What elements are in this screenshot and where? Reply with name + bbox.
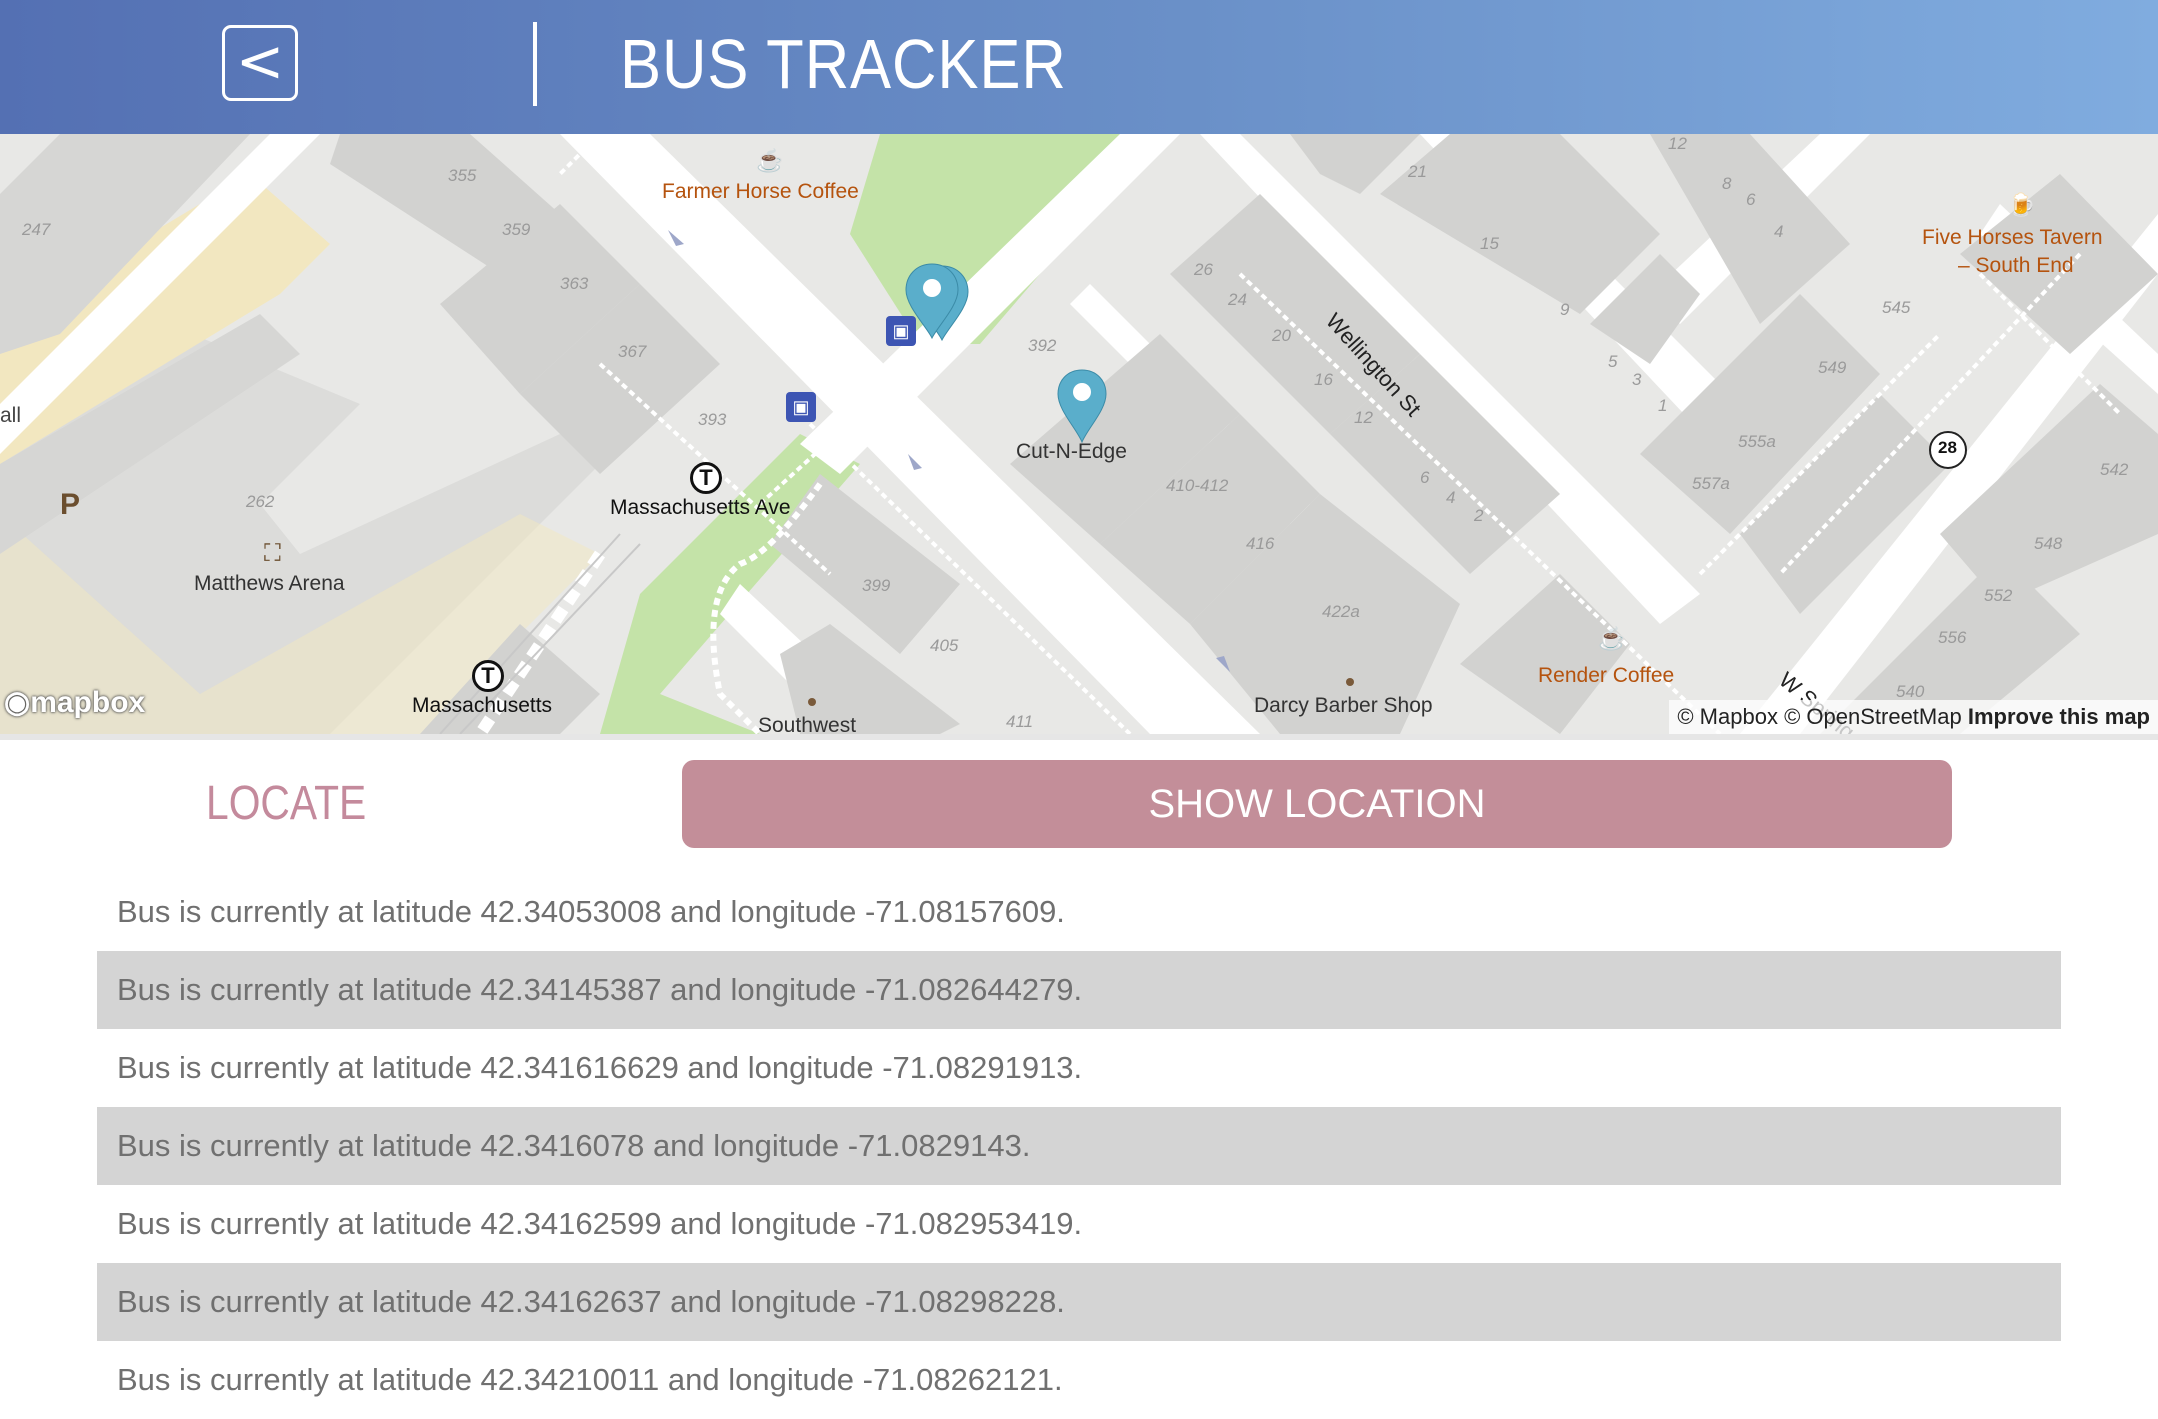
app-header: < BUS TRACKER <box>0 0 2158 134</box>
bus-marker-icon[interactable] <box>1052 366 1112 446</box>
log-entry: Bus is currently at latitude 42.34210011… <box>117 1362 1063 1397</box>
station-label[interactable]: Massachusetts Ave <box>610 496 791 520</box>
house-number: 24 <box>1228 290 1247 309</box>
poi-label[interactable]: Farmer Horse Coffee <box>662 180 859 204</box>
map-attribution: © Mapbox © OpenStreetMap Improve this ma… <box>1669 700 2158 734</box>
house-number: 410-412 <box>1166 476 1229 495</box>
house-number: 3 <box>1632 370 1642 389</box>
parking-icon: P <box>60 488 81 521</box>
park-dot-icon <box>808 698 816 706</box>
subway-icon[interactable]: T <box>690 462 722 494</box>
house-number: 20 <box>1272 326 1291 345</box>
house-number: 1 <box>1658 396 1668 415</box>
house-number: 2 <box>1474 506 1484 525</box>
poi-label: all <box>0 404 22 427</box>
house-number: 411 <box>1006 712 1034 731</box>
station-label[interactable]: Massachusetts <box>412 694 552 718</box>
house-number: 549 <box>1818 358 1847 377</box>
page-title: BUS TRACKER <box>620 25 1067 103</box>
poi-label[interactable]: Darcy Barber Shop <box>1254 694 1433 718</box>
house-number: 393 <box>698 410 727 429</box>
locate-label: LOCATE <box>206 777 367 830</box>
poi-label[interactable]: Render Coffee <box>1538 664 1674 688</box>
house-number: 399 <box>862 576 891 595</box>
bus-marker-icon[interactable] <box>898 260 968 342</box>
poi-label[interactable]: Matthews Arena <box>194 572 345 596</box>
house-number: 6 <box>1420 468 1430 487</box>
house-number: 548 <box>2034 534 2063 553</box>
log-entry: Bus is currently at latitude 42.34161662… <box>117 1050 1083 1085</box>
house-number: 6 <box>1746 190 1756 209</box>
house-number: 405 <box>930 636 959 655</box>
house-number: 542 <box>2100 460 2129 479</box>
mapbox-logo-icon: ◉ <box>4 686 31 719</box>
coffee-icon: ☕ <box>1598 626 1626 651</box>
mapbox-logo[interactable]: ◉mapbox <box>4 685 145 720</box>
house-number: 9 <box>1560 300 1570 319</box>
house-number: 15 <box>1480 234 1499 253</box>
house-number: 422a <box>1322 602 1360 621</box>
house-number: 557a <box>1692 474 1730 493</box>
house-number: 4 <box>1446 488 1456 507</box>
mapbox-logo-text: mapbox <box>30 686 146 719</box>
house-number: 12 <box>1354 408 1373 427</box>
house-number: 262 <box>246 492 275 511</box>
poi-label[interactable]: Southwest <box>758 714 856 734</box>
house-number: 392 <box>1028 336 1057 355</box>
back-button[interactable]: < <box>222 25 298 101</box>
location-log-list: Bus is currently at latitude 42.34053008… <box>97 873 2061 1419</box>
house-number: 540 <box>1896 682 1925 701</box>
log-entry: Bus is currently at latitude 42.34053008… <box>117 894 1065 929</box>
attribution-osm-link[interactable]: © OpenStreetMap <box>1784 704 1962 729</box>
house-number: 363 <box>560 274 589 293</box>
house-number: 247 <box>22 220 51 239</box>
house-number: 26 <box>1194 260 1213 279</box>
house-number: 367 <box>618 342 647 361</box>
house-number: 556 <box>1938 628 1967 647</box>
attribution-mapbox-link[interactable]: © Mapbox <box>1677 704 1778 729</box>
log-entry: Bus is currently at latitude 42.34162599… <box>117 1206 1083 1241</box>
poi-label[interactable]: Five Horses Tavern <box>1922 226 2103 250</box>
house-number: 16 <box>1314 370 1333 389</box>
house-number: 355 <box>448 166 477 185</box>
shop-dot-icon <box>1346 678 1354 686</box>
house-number: 552 <box>1984 586 2013 605</box>
bus-stop-icon[interactable]: ▣ <box>786 392 816 422</box>
house-number: 21 <box>1408 162 1427 181</box>
header-divider <box>533 22 537 106</box>
house-number: 555a <box>1738 432 1776 451</box>
house-number: 5 <box>1608 352 1618 371</box>
poi-label[interactable]: Cut-N-Edge <box>1016 440 1127 464</box>
poi-label[interactable]: – South End <box>1958 254 2074 278</box>
map-divider <box>0 734 2158 740</box>
log-entry: Bus is currently at latitude 42.34162637… <box>97 1263 2061 1341</box>
log-entry: Bus is currently at latitude 42.3416078 … <box>97 1107 2061 1185</box>
log-entry: Bus is currently at latitude 42.34145387… <box>97 951 2061 1029</box>
route-shield-label: 28 <box>1938 438 1957 457</box>
house-number: 12 <box>1668 134 1687 153</box>
house-number: 8 <box>1722 174 1732 193</box>
house-number: 359 <box>502 220 531 239</box>
house-number: 545 <box>1882 298 1911 317</box>
arena-icon: ⛶ <box>264 540 281 567</box>
show-location-button[interactable]: SHOW LOCATION <box>682 760 1952 848</box>
improve-map-link[interactable]: Improve this map <box>1968 704 2150 729</box>
house-number: 416 <box>1246 534 1275 553</box>
subway-icon[interactable]: T <box>472 660 504 692</box>
house-number: 4 <box>1774 222 1784 241</box>
coffee-icon: ☕ <box>756 148 784 173</box>
beer-icon: 🍺 <box>2008 192 2036 217</box>
map-view[interactable]: ☕ 🍺 ☕ ⛶ T T ▣ ▣ Farmer Horse Coffee Five… <box>0 134 2158 734</box>
